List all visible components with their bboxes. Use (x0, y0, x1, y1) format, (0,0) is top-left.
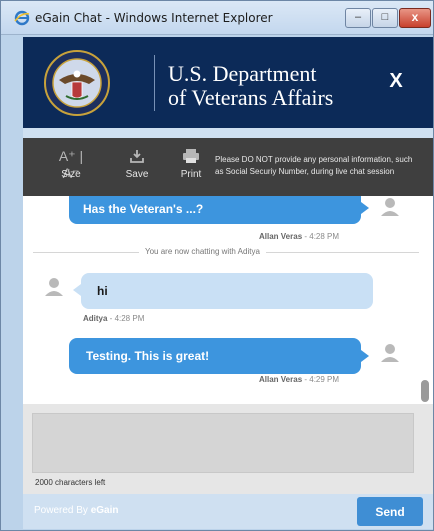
va-seal-icon (44, 50, 110, 116)
chat-close-button[interactable]: X (384, 69, 408, 93)
bubble-tail (361, 202, 369, 214)
window-close-button[interactable]: x (399, 8, 431, 28)
agent-avatar-icon (379, 342, 401, 364)
text-size-button[interactable]: A⁺ | A⁻ Size (51, 144, 91, 190)
print-button[interactable]: Print (171, 144, 211, 190)
message-meta: Aditya - 4:28 PM (83, 314, 145, 323)
message-scrollbar[interactable] (423, 196, 431, 404)
chat-toolbar: A⁺ | A⁻ Size Save Print Please DO NOT pr… (23, 138, 433, 196)
powered-by-prefix: Powered By (34, 505, 88, 516)
scrollbar-thumb[interactable] (421, 380, 429, 402)
message-author: Allan Veras (259, 232, 303, 241)
text-size-label: Size (61, 169, 81, 180)
bubble-tail (73, 284, 81, 296)
visitor-avatar-icon (43, 276, 65, 298)
browser-window: eGain Chat - Windows Internet Explorer –… (0, 0, 434, 531)
chat-panel: U.S. Department of Veterans Affairs X A⁺… (23, 37, 433, 529)
print-label: Print (180, 169, 202, 180)
message-author: Allan Veras (259, 375, 303, 384)
window-title: eGain Chat - Windows Internet Explorer (35, 11, 273, 25)
maximize-button[interactable]: □ (372, 8, 398, 28)
header-divider (154, 55, 155, 111)
save-transcript-button[interactable]: Save (117, 144, 157, 190)
bubble-tail (361, 350, 369, 362)
chat-header: U.S. Department of Veterans Affairs X (23, 37, 433, 128)
privacy-notice: Please DO NOT provide any personal infor… (215, 155, 413, 176)
save-icon (117, 148, 157, 166)
minimize-icon: – (354, 11, 362, 23)
powered-by: Powered By eGain (34, 505, 119, 516)
agent-message-bubble: Has the Veteran's ...? (69, 196, 361, 224)
message-input[interactable] (32, 413, 414, 473)
characters-left-counter: 2000 characters left (35, 478, 106, 487)
department-name-line1: U.S. Department (168, 61, 317, 86)
message-list[interactable]: Has the Veteran's ...? Allan Veras - 4:2… (23, 196, 433, 404)
maximize-icon: □ (381, 11, 389, 23)
message-meta: Allan Veras - 4:29 PM (259, 375, 340, 384)
message-time: 4:29 PM (309, 375, 340, 384)
minimize-button[interactable]: – (345, 8, 371, 28)
message-time: 4:28 PM (114, 314, 145, 323)
department-name-line2: of Veterans Affairs (168, 85, 334, 110)
chat-footer: Powered By eGain Send (23, 494, 433, 529)
compose-area: 2000 characters left (23, 404, 433, 494)
message-time: 4:28 PM (309, 232, 340, 241)
send-button[interactable]: Send (357, 497, 423, 526)
internet-explorer-icon (14, 10, 30, 26)
visitor-message-bubble: hi (81, 273, 373, 309)
system-message: You are now chatting with Aditya (139, 247, 266, 256)
text-size-icon: A⁺ | A⁻ (58, 148, 84, 181)
egain-brand: eGain (90, 505, 119, 516)
agent-avatar-icon (379, 196, 401, 218)
save-label: Save (125, 169, 149, 180)
message-meta: Allan Veras - 4:28 PM (259, 232, 340, 241)
header-band (23, 128, 433, 138)
message-author: Aditya (83, 314, 108, 323)
window-titlebar[interactable]: eGain Chat - Windows Internet Explorer –… (1, 1, 433, 35)
print-icon (171, 148, 211, 166)
close-icon: x (411, 10, 419, 24)
agent-message-bubble: Testing. This is great! (69, 338, 361, 374)
